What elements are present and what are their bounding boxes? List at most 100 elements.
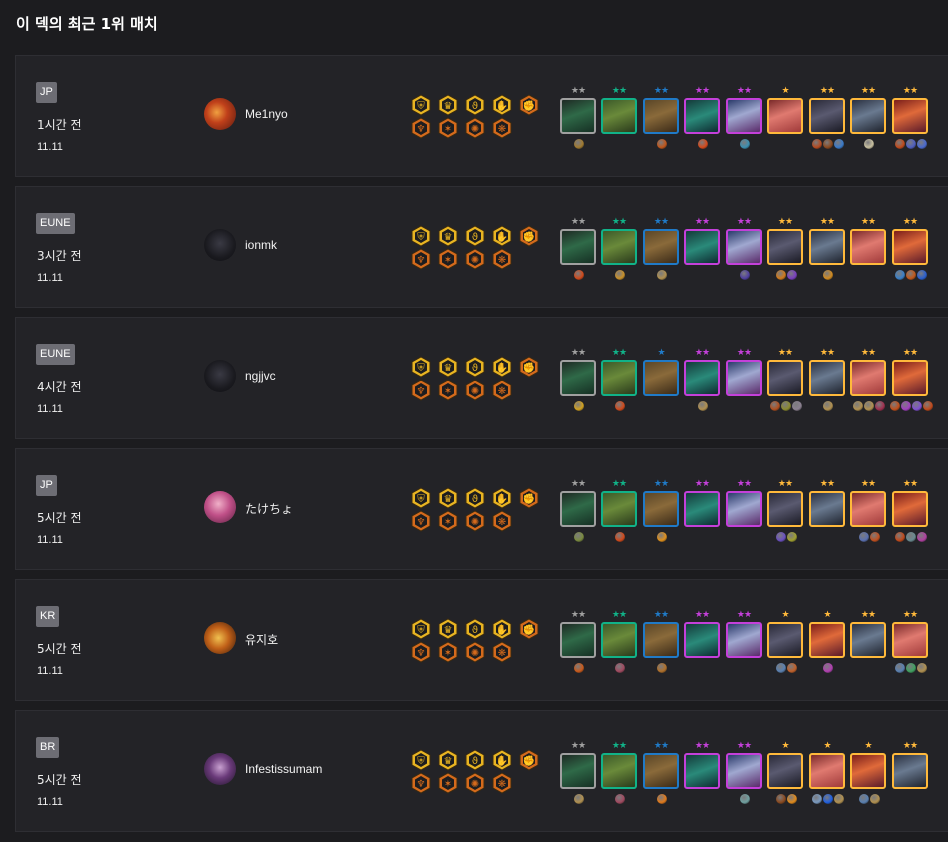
chalice-icon[interactable]: ♆ [410, 117, 432, 139]
swirl-icon[interactable]: ✺ [464, 117, 486, 139]
item-icon[interactable] [615, 270, 625, 280]
chalice-icon[interactable]: ♆ [410, 641, 432, 663]
claw-icon[interactable]: ✋ [491, 487, 513, 509]
item-icon[interactable] [834, 139, 844, 149]
spikes-icon[interactable]: ✶ [437, 248, 459, 270]
armored-robot-icon[interactable] [809, 491, 845, 527]
match-card[interactable]: JP 1시간 전 11.11 Me1nyo ⛨ ♛ ϑ ✋ ✊ ♆ ✶ ✺ ❋ ★★ ★★ ★★ ★★ ★★ ★ ★★… [15, 55, 948, 177]
spiral-icon[interactable]: ϑ [464, 94, 486, 116]
shield-icon[interactable]: ⛨ [410, 618, 432, 640]
blue-mage-icon[interactable] [726, 98, 762, 134]
chalice-icon[interactable]: ♆ [410, 772, 432, 794]
pink-pig-icon[interactable] [767, 98, 803, 134]
brown-beast-icon[interactable] [643, 98, 679, 134]
item-icon[interactable] [889, 401, 900, 411]
pink-pig-icon[interactable] [850, 229, 886, 265]
item-icon[interactable] [875, 401, 885, 411]
claw-icon[interactable]: ✋ [491, 618, 513, 640]
item-icon[interactable] [574, 401, 584, 411]
armored-robot-icon[interactable] [892, 753, 928, 789]
shield-icon[interactable]: ⛨ [410, 225, 432, 247]
item-icon[interactable] [740, 270, 750, 280]
claw-icon[interactable]: ✋ [491, 94, 513, 116]
green-brute-icon[interactable] [601, 491, 637, 527]
item-icon[interactable] [657, 532, 667, 542]
blue-mage-icon[interactable] [726, 360, 762, 396]
spikes-icon[interactable]: ✶ [437, 117, 459, 139]
item-icon[interactable] [895, 663, 905, 673]
dark-knight-icon[interactable] [809, 98, 845, 134]
item-icon[interactable] [615, 794, 625, 804]
swirl-icon[interactable]: ✺ [464, 510, 486, 532]
spiral-icon[interactable]: ϑ [464, 225, 486, 247]
spikes-icon[interactable]: ✶ [437, 641, 459, 663]
match-card[interactable]: KR 5시간 전 11.11 유지호 ⛨ ♛ ϑ ✋ ✊ ♆ ✶ ✺ ❋ ★★ ★★ ★★ ★★ ★★ ★ ★ ★★ ★★ [15, 579, 948, 701]
player-avatar[interactable] [204, 360, 236, 392]
item-icon[interactable] [698, 139, 708, 149]
item-icon[interactable] [775, 663, 786, 673]
shield-icon[interactable]: ⛨ [410, 94, 432, 116]
item-icon[interactable] [781, 401, 791, 411]
green-brute-icon[interactable] [601, 360, 637, 396]
blue-mage-icon[interactable] [726, 491, 762, 527]
teal-ghost-icon[interactable] [684, 753, 720, 789]
item-icon[interactable] [858, 532, 869, 542]
player-name[interactable]: ionmk [245, 238, 277, 252]
crown-icon[interactable]: ♛ [437, 618, 459, 640]
green-brute-icon[interactable] [601, 229, 637, 265]
item-icon[interactable] [864, 139, 874, 149]
claw-icon[interactable]: ✋ [491, 749, 513, 771]
item-icon[interactable] [895, 139, 905, 149]
swirl-icon[interactable]: ✺ [464, 641, 486, 663]
item-icon[interactable] [853, 401, 863, 411]
item-icon[interactable] [906, 270, 916, 280]
item-icon[interactable] [911, 401, 922, 411]
fist-icon[interactable]: ✊ [518, 749, 540, 771]
hooded-green-icon[interactable] [560, 229, 596, 265]
item-icon[interactable] [869, 532, 880, 542]
item-icon[interactable] [770, 401, 780, 411]
item-icon[interactable] [786, 270, 797, 280]
teal-ghost-icon[interactable] [684, 360, 720, 396]
armored-robot-icon[interactable] [809, 360, 845, 396]
spikes-icon[interactable]: ✶ [437, 379, 459, 401]
flame-icon[interactable]: ❋ [491, 379, 513, 401]
player-avatar[interactable] [204, 753, 236, 785]
spiral-icon[interactable]: ϑ [464, 749, 486, 771]
item-icon[interactable] [917, 270, 927, 280]
item-icon[interactable] [864, 401, 874, 411]
teal-ghost-icon[interactable] [684, 622, 720, 658]
swirl-icon[interactable]: ✺ [464, 379, 486, 401]
item-icon[interactable] [786, 532, 797, 542]
fire-dragon-icon[interactable] [892, 98, 928, 134]
crown-icon[interactable]: ♛ [437, 94, 459, 116]
shield-icon[interactable]: ⛨ [410, 487, 432, 509]
fist-icon[interactable]: ✊ [518, 487, 540, 509]
match-card[interactable]: EUNE 4시간 전 11.11 ngjjvc ⛨ ♛ ϑ ✋ ✊ ♆ ✶ ✺ ❋ ★★ ★★ ★ ★★ ★★ ★★… [15, 317, 948, 439]
item-icon[interactable] [740, 139, 750, 149]
spikes-icon[interactable]: ✶ [437, 510, 459, 532]
player-avatar[interactable] [204, 98, 236, 130]
player-name[interactable]: たけちょ [245, 500, 293, 517]
flame-icon[interactable]: ❋ [491, 641, 513, 663]
spiral-icon[interactable]: ϑ [464, 618, 486, 640]
fire-dragon-icon[interactable] [850, 753, 886, 789]
item-icon[interactable] [812, 794, 822, 804]
dark-knight-icon[interactable] [767, 360, 803, 396]
item-icon[interactable] [823, 401, 833, 411]
fire-dragon-icon[interactable] [892, 360, 928, 396]
flame-icon[interactable]: ❋ [491, 117, 513, 139]
brown-beast-icon[interactable] [643, 622, 679, 658]
item-icon[interactable] [823, 270, 833, 280]
item-icon[interactable] [906, 532, 916, 542]
hooded-green-icon[interactable] [560, 98, 596, 134]
item-icon[interactable] [786, 794, 797, 804]
chalice-icon[interactable]: ♆ [410, 379, 432, 401]
shield-icon[interactable]: ⛨ [410, 749, 432, 771]
item-icon[interactable] [657, 794, 667, 804]
dark-knight-icon[interactable] [767, 622, 803, 658]
chalice-icon[interactable]: ♆ [410, 510, 432, 532]
pink-pig-icon[interactable] [850, 491, 886, 527]
teal-ghost-icon[interactable] [684, 491, 720, 527]
hooded-green-icon[interactable] [560, 622, 596, 658]
